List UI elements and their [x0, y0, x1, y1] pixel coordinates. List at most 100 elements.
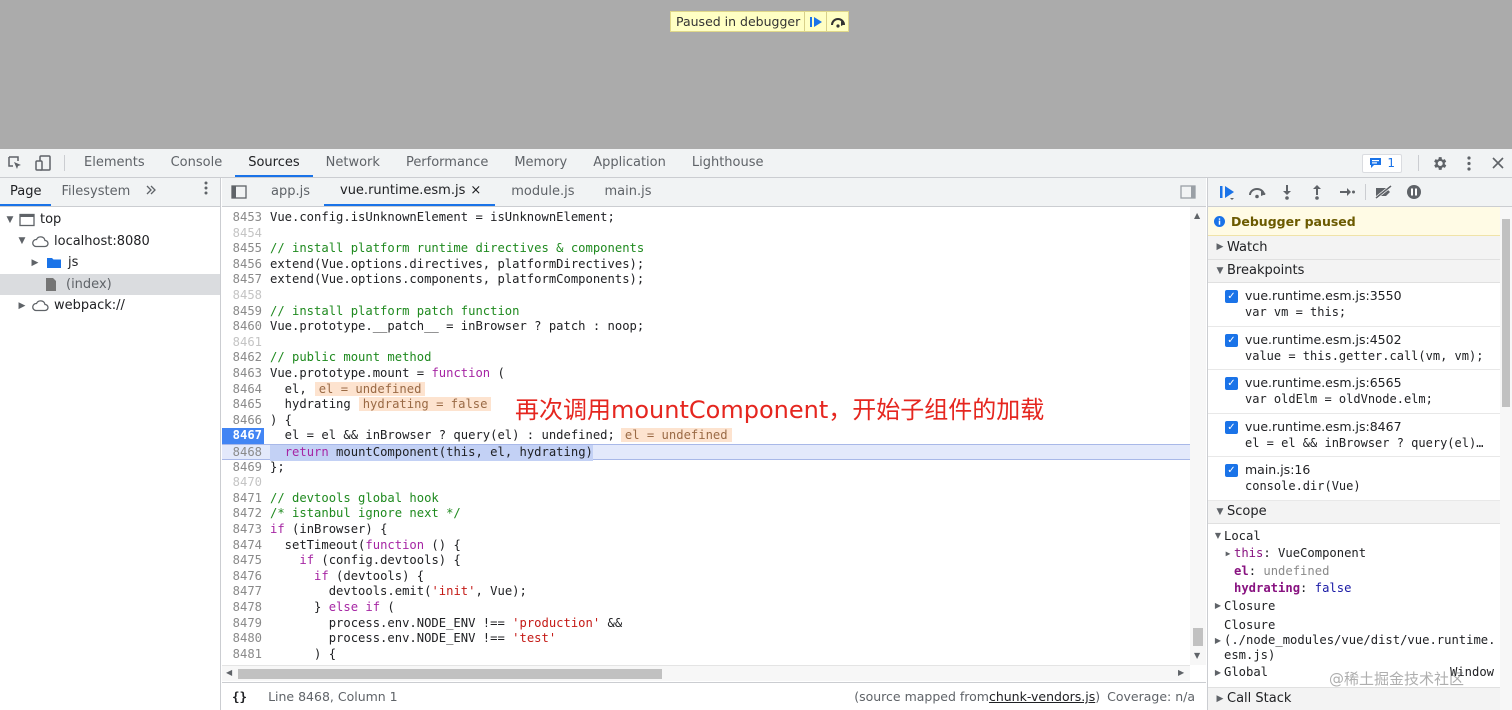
line-number[interactable]: 8465	[222, 397, 264, 413]
code-line[interactable]: 8462 // public mount method	[222, 350, 1190, 366]
editor-horizontal-scrollbar[interactable]: ◀ ▶	[222, 665, 1190, 681]
line-number[interactable]: 8468	[222, 445, 264, 461]
code-line[interactable]: 8472 /* istanbul ignore next */	[222, 506, 1190, 522]
breakpoint-checkbox[interactable]: ✓	[1225, 377, 1238, 390]
navigator-menu-button[interactable]	[192, 178, 220, 206]
tree-item-index[interactable]: (index)	[0, 273, 220, 295]
scope-closure-2[interactable]: ▶ Closure (./node_modules/vue/dist/vue.r…	[1208, 615, 1512, 663]
tab-elements[interactable]: Elements	[71, 149, 158, 177]
pause-on-exceptions-button[interactable]	[1399, 178, 1429, 206]
line-number[interactable]: 8461	[222, 335, 264, 351]
breakpoint-item[interactable]: ✓ vue.runtime.esm.js:8467 el = el && inBro…	[1208, 414, 1512, 457]
code-line[interactable]: 8467 el = el && inBrowser ? query(el) : …	[222, 428, 1190, 444]
file-tab-vue-runtime[interactable]: vue.runtime.esm.js ×	[324, 177, 496, 206]
file-tab-main-js[interactable]: main.js	[589, 178, 666, 206]
step-button[interactable]	[1332, 178, 1362, 206]
line-number[interactable]: 8479	[222, 616, 264, 632]
code-line[interactable]: 8453 Vue.config.isUnknownElement = isUnkn…	[222, 210, 1190, 226]
code-line[interactable]: 8473 if (inBrowser) {	[222, 522, 1190, 538]
breakpoint-checkbox[interactable]: ✓	[1225, 420, 1238, 434]
line-number[interactable]: 8472	[222, 506, 264, 522]
line-number[interactable]: 8462	[222, 350, 264, 366]
code-line[interactable]: 8469};	[222, 460, 1190, 476]
breakpoint-item[interactable]: ✓ main.js:16 console.dir(Vue)	[1208, 457, 1512, 501]
tab-console[interactable]: Console	[158, 149, 236, 177]
line-number[interactable]: 8477	[222, 584, 264, 600]
tree-item-webpack[interactable]: ▶ webpack://	[0, 295, 220, 317]
watch-section-header[interactable]: ▶ Watch	[1208, 236, 1512, 260]
tree-item-js[interactable]: ▶ js	[0, 252, 220, 274]
line-number[interactable]: 8476	[222, 569, 264, 585]
line-number[interactable]: 8469	[222, 460, 264, 476]
call-stack-section-header[interactable]: ▶ Call Stack	[1208, 687, 1501, 710]
breakpoint-checkbox[interactable]: ✓	[1225, 333, 1238, 347]
pretty-print-button[interactable]: {}	[222, 689, 257, 704]
line-number[interactable]: 8480	[222, 631, 264, 647]
code-line[interactable]: 8463 Vue.prototype.mount = function (	[222, 366, 1190, 382]
toggle-navigator-button[interactable]	[222, 178, 255, 206]
breakpoints-section-header[interactable]: ▼ Breakpoints	[1208, 259, 1512, 283]
scope-closure-1[interactable]: ▶ Closure	[1208, 597, 1512, 615]
close-devtools-button[interactable]	[1483, 149, 1512, 177]
scrollbar-thumb[interactable]	[238, 669, 662, 679]
scope-var-el[interactable]: el: undefined	[1208, 562, 1512, 580]
scope-var-this[interactable]: ▶ this: VueComponent	[1208, 545, 1512, 563]
code-line[interactable]: 8471 // devtools global hook	[222, 491, 1190, 507]
file-tab-app-js[interactable]: app.js	[255, 178, 324, 206]
line-number[interactable]: 8475	[222, 553, 264, 569]
code-line[interactable]: 8460 Vue.prototype.__patch__ = inBrowser …	[222, 319, 1190, 335]
device-toolbar-button[interactable]	[29, 149, 58, 177]
line-number[interactable]: 8454	[222, 226, 264, 242]
resume-button[interactable]	[1212, 178, 1242, 206]
code-line[interactable]: 8478 } else if (	[222, 600, 1190, 616]
code-line[interactable]: 8456 extend(Vue.options.directives, platf…	[222, 257, 1190, 273]
code-line[interactable]: 8476 if (devtools) {	[222, 569, 1190, 585]
tab-lighthouse[interactable]: Lighthouse	[679, 149, 777, 177]
tab-memory[interactable]: Memory	[501, 149, 580, 177]
tab-performance[interactable]: Performance	[393, 149, 501, 177]
scope-var-hydrating[interactable]: hydrating: false	[1208, 580, 1512, 598]
expand-arrow-icon[interactable]: ▼	[16, 236, 28, 246]
code-line[interactable]: 8468 return mountComponent(this, el, hyd…	[222, 444, 1190, 461]
line-number[interactable]: 8464	[222, 382, 264, 398]
close-tab-icon[interactable]: ×	[470, 177, 481, 205]
tree-item-localhost[interactable]: ▼ localhost:8080	[0, 231, 220, 253]
line-number[interactable]: 8473	[222, 522, 264, 538]
scope-section-header[interactable]: ▼ Scope	[1208, 500, 1512, 524]
code-line[interactable]: 8477 devtools.emit('init', Vue);	[222, 584, 1190, 600]
editor-vertical-scrollbar[interactable]: ▲ ▼	[1190, 207, 1206, 665]
code-line[interactable]: 8480 process.env.NODE_ENV !== 'test'	[222, 631, 1190, 647]
line-number[interactable]: 8470	[222, 475, 264, 491]
tab-network[interactable]: Network	[313, 149, 393, 177]
code-line[interactable]: 8457 extend(Vue.options.components, platf…	[222, 272, 1190, 288]
line-number[interactable]: 8459	[222, 304, 264, 320]
scrollbar-thumb[interactable]	[1193, 628, 1203, 646]
issues-button[interactable]: 1	[1362, 153, 1402, 173]
code-line[interactable]: 8481 ) {	[222, 647, 1190, 663]
breakpoint-item[interactable]: ✓ vue.runtime.esm.js:3550 var vm = this;	[1208, 283, 1512, 327]
scroll-right-arrow-icon[interactable]: ▶	[1178, 668, 1184, 677]
scrollbar-thumb[interactable]	[1502, 219, 1510, 407]
scroll-up-arrow-icon[interactable]: ▲	[1194, 211, 1200, 220]
step-out-button[interactable]	[1302, 178, 1332, 206]
breakpoint-item[interactable]: ✓ vue.runtime.esm.js:4502 value = this.get…	[1208, 327, 1512, 370]
code-line[interactable]: 8470	[222, 475, 1190, 491]
line-number[interactable]: 8463	[222, 366, 264, 382]
line-number[interactable]: 8456	[222, 257, 264, 273]
code-line[interactable]: 8459 // install platform patch function	[222, 304, 1190, 320]
line-number[interactable]: 8481	[222, 647, 264, 663]
line-number[interactable]: 8474	[222, 538, 264, 554]
line-number[interactable]: 8458	[222, 288, 264, 304]
line-number[interactable]: 8457	[222, 272, 264, 288]
tab-application[interactable]: Application	[580, 149, 679, 177]
breakpoint-checkbox[interactable]: ✓	[1225, 290, 1238, 303]
settings-button[interactable]	[1425, 149, 1454, 177]
line-number[interactable]: 8460	[222, 319, 264, 335]
line-number[interactable]: 8466	[222, 413, 264, 429]
tab-sources[interactable]: Sources	[235, 149, 313, 177]
code-line[interactable]: 8455 // install platform runtime directiv…	[222, 241, 1190, 257]
tab-filesystem[interactable]: Filesystem	[51, 178, 140, 206]
toggle-debugger-button[interactable]	[1170, 178, 1206, 206]
code-line[interactable]: 8474 setTimeout(function () {	[222, 538, 1190, 554]
deactivate-breakpoints-button[interactable]	[1369, 178, 1399, 206]
